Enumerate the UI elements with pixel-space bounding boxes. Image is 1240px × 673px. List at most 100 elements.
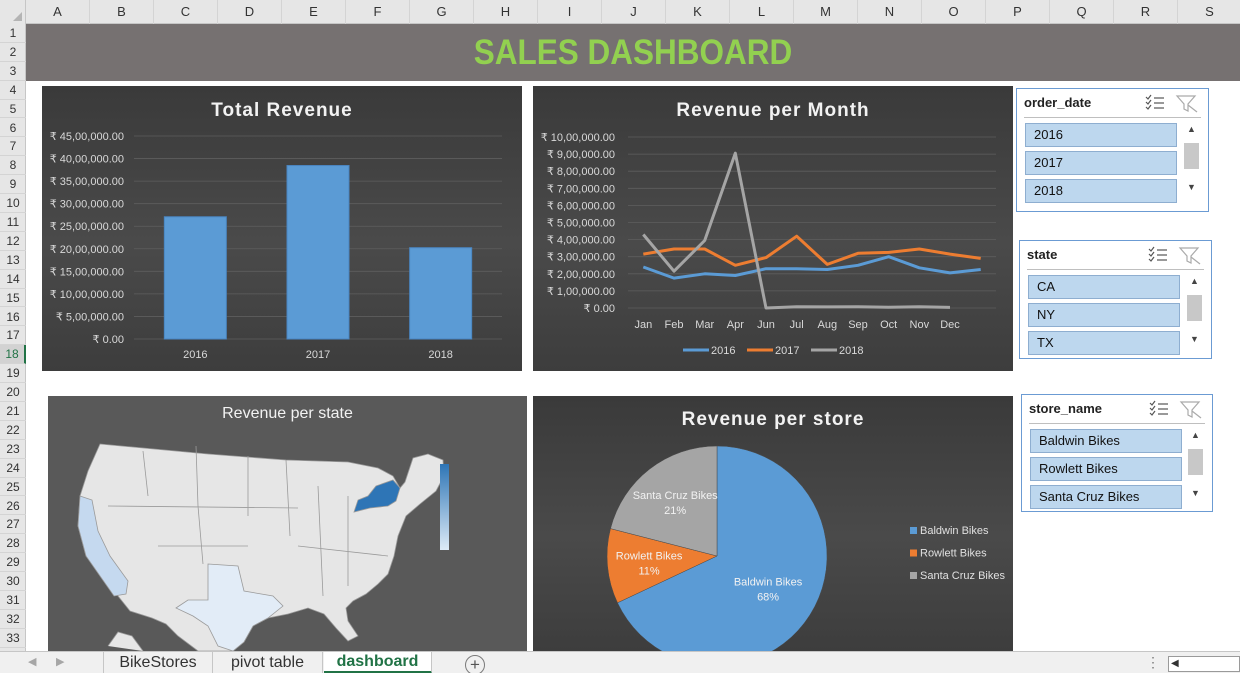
row-header[interactable]: 10 <box>0 194 26 213</box>
row-header[interactable]: 12 <box>0 232 26 251</box>
row-header[interactable]: 19 <box>0 364 26 384</box>
slicer-state[interactable]: state CA NY TX ▲ ▼ <box>1019 240 1212 359</box>
add-sheet-icon[interactable]: + <box>465 655 485 673</box>
slicer-item[interactable]: CA <box>1028 275 1180 299</box>
row-header[interactable]: 25 <box>0 478 26 497</box>
slicer-scrollbar[interactable]: ▲ ▼ <box>1183 123 1200 201</box>
column-header[interactable]: D <box>218 0 282 24</box>
x-tick-label: Apr <box>727 319 744 331</box>
slicer-item[interactable]: Rowlett Bikes <box>1030 457 1182 481</box>
column-header[interactable]: K <box>666 0 730 24</box>
revenue-per-month-chart[interactable]: Revenue per Month ₹ 10,00,000.00 ₹ 9,00,0… <box>533 86 1013 371</box>
row-header[interactable]: 21 <box>0 402 26 421</box>
column-header[interactable]: L <box>730 0 794 24</box>
row-header[interactable]: 30 <box>0 572 26 591</box>
scroll-up-icon[interactable]: ▲ <box>1189 277 1200 286</box>
slicer-item[interactable]: Baldwin Bikes <box>1030 429 1182 453</box>
column-header[interactable]: G <box>410 0 474 24</box>
row-header[interactable]: 32 <box>0 610 26 629</box>
column-header[interactable]: O <box>922 0 986 24</box>
scroll-down-icon[interactable]: ▼ <box>1190 489 1201 498</box>
row-header[interactable]: 3 <box>0 62 26 81</box>
y-tick-label: ₹ 35,00,000.00 <box>50 176 124 188</box>
slicer-item[interactable]: TX <box>1028 331 1180 355</box>
scroll-thumb[interactable] <box>1188 449 1203 475</box>
horizontal-scrollbar[interactable]: ◀ <box>1168 656 1240 672</box>
row-header[interactable]: 29 <box>0 553 26 573</box>
column-header[interactable]: N <box>858 0 922 24</box>
slicer-item[interactable]: 2017 <box>1025 151 1177 175</box>
scroll-up-icon[interactable]: ▲ <box>1190 431 1201 440</box>
select-all-corner[interactable] <box>0 0 26 24</box>
row-header[interactable]: 14 <box>0 270 26 289</box>
clear-filter-icon[interactable] <box>1179 401 1202 419</box>
column-header[interactable]: M <box>794 0 858 24</box>
row-header[interactable]: 4 <box>0 81 26 100</box>
column-header[interactable]: H <box>474 0 538 24</box>
row-header[interactable]: 6 <box>0 119 26 138</box>
row-header[interactable]: 26 <box>0 497 26 516</box>
row-header[interactable]: 13 <box>0 251 26 270</box>
multi-select-icon[interactable] <box>1145 94 1164 110</box>
column-header[interactable]: I <box>538 0 602 24</box>
column-header[interactable]: B <box>90 0 154 24</box>
slicer-item[interactable]: Santa Cruz Bikes <box>1030 485 1182 509</box>
column-header[interactable]: R <box>1114 0 1178 24</box>
sheet-tab-dashboard[interactable]: dashboard <box>324 652 432 673</box>
row-header[interactable]: 9 <box>0 175 26 195</box>
row-header[interactable]: 33 <box>0 629 26 648</box>
row-header[interactable]: 16 <box>0 308 26 327</box>
scroll-thumb[interactable] <box>1184 143 1199 169</box>
revenue-per-store-chart[interactable]: Revenue per store Baldwin Bikes 68% Rowlet… <box>533 396 1013 651</box>
tab-scroll-right-icon[interactable]: ▶ <box>56 655 64 668</box>
row-header[interactable]: 8 <box>0 156 26 176</box>
sheet-tab-pivot-table[interactable]: pivot table <box>213 652 323 673</box>
slicer-item[interactable]: 2016 <box>1025 123 1177 147</box>
slicer-item[interactable]: 2018 <box>1025 179 1177 203</box>
clear-filter-icon[interactable] <box>1178 247 1201 265</box>
scroll-up-icon[interactable]: ▲ <box>1186 125 1197 134</box>
x-tick-label: Sep <box>848 319 868 331</box>
row-header[interactable]: 23 <box>0 440 26 459</box>
column-header[interactable]: F <box>346 0 410 24</box>
row-header[interactable]: 31 <box>0 591 26 610</box>
row-header[interactable]: 18 <box>0 345 26 365</box>
row-header[interactable]: 1 <box>0 24 26 43</box>
slicer-scrollbar[interactable]: ▲ ▼ <box>1186 275 1203 353</box>
row-header[interactable]: 20 <box>0 383 26 402</box>
row-header[interactable]: 28 <box>0 534 26 554</box>
scroll-down-icon[interactable]: ▼ <box>1189 335 1200 344</box>
row-header[interactable]: 22 <box>0 421 26 440</box>
clear-filter-icon[interactable] <box>1175 95 1198 113</box>
row-header[interactable]: 5 <box>0 100 26 119</box>
column-header[interactable]: Q <box>1050 0 1114 24</box>
slicer-store-name[interactable]: store_name Baldwin Bikes Rowlett Bikes Sant… <box>1021 394 1213 512</box>
column-header[interactable]: E <box>282 0 346 24</box>
column-header[interactable]: S <box>1178 0 1240 24</box>
tab-split-handle-icon[interactable]: ⋮ <box>1146 654 1160 671</box>
row-header[interactable]: 11 <box>0 213 26 232</box>
column-header[interactable]: P <box>986 0 1050 24</box>
slicer-item[interactable]: NY <box>1028 303 1180 327</box>
y-tick-label: ₹ 30,00,000.00 <box>50 199 124 211</box>
revenue-per-state-map[interactable]: Revenue per state <box>48 396 527 651</box>
multi-select-icon[interactable] <box>1149 400 1168 416</box>
scroll-thumb[interactable] <box>1187 295 1202 321</box>
row-header[interactable]: 15 <box>0 289 26 308</box>
column-header[interactable]: C <box>154 0 218 24</box>
total-revenue-chart[interactable]: Total Revenue ₹ 45,00,000.00 ₹ 40,00,000.… <box>42 86 522 371</box>
multi-select-icon[interactable] <box>1148 246 1167 262</box>
row-header[interactable]: 17 <box>0 326 26 346</box>
row-header[interactable]: 24 <box>0 459 26 478</box>
scroll-down-icon[interactable]: ▼ <box>1186 183 1197 192</box>
row-header[interactable]: 7 <box>0 137 26 157</box>
slicer-scrollbar[interactable]: ▲ ▼ <box>1187 429 1204 507</box>
column-header[interactable]: A <box>26 0 90 24</box>
slicer-order-date[interactable]: order_date 2016 2017 2018 ▲ ▼ <box>1016 88 1209 212</box>
tab-scroll-left-icon[interactable]: ◀ <box>28 655 36 668</box>
row-header[interactable]: 2 <box>0 43 26 62</box>
column-header[interactable]: J <box>602 0 666 24</box>
sheet-tab-bikestores[interactable]: BikeStores <box>103 652 213 673</box>
scroll-left-arrow-icon[interactable]: ◀ <box>1171 658 1179 669</box>
row-header[interactable]: 27 <box>0 515 26 535</box>
